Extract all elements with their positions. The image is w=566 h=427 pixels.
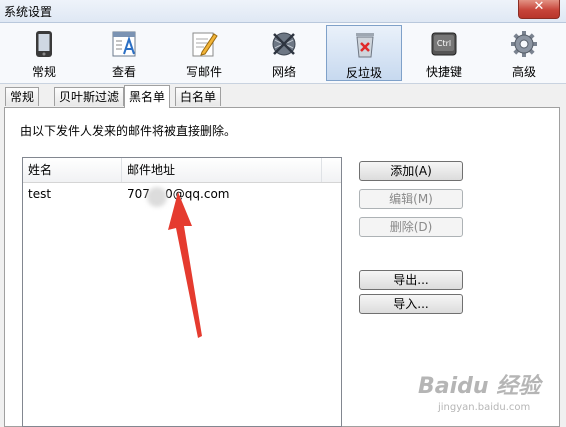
- toolbar-shortcut-label: 快捷键: [425, 65, 462, 79]
- toolbar-compose-label: 写邮件: [185, 65, 222, 79]
- import-button[interactable]: 导入...: [359, 294, 463, 314]
- toolbar-antispam-button[interactable]: 反垃圾: [326, 25, 402, 81]
- blacklist-description: 由以下发件人发来的邮件将被直接删除。: [20, 124, 237, 138]
- toolbar-network-button[interactable]: 网络: [246, 25, 322, 81]
- toolbar-antispam-label: 反垃圾: [345, 66, 382, 80]
- annotation-arrow-icon: [168, 192, 202, 338]
- settings-tabs: 常规 贝叶斯过滤 黑名单 白名单: [0, 85, 566, 108]
- settings-toolbar: 常规 查看 写邮件 网络 反垃圾 Ctrl 快捷键 高级: [0, 23, 566, 84]
- toolbar-view-button[interactable]: 查看: [86, 25, 162, 81]
- toolbar-network-label: 网络: [271, 65, 296, 79]
- view-icon: [112, 31, 136, 57]
- edit-button[interactable]: 编辑(M): [359, 189, 463, 209]
- tab-blacklist[interactable]: 黑名单: [124, 85, 171, 108]
- column-header-name[interactable]: 姓名: [23, 158, 122, 182]
- toolbar-view-label: 查看: [111, 65, 136, 79]
- watermark: Baidu 经验 jingyan.baidu.com: [418, 368, 558, 420]
- toolbar-shortcut-button[interactable]: Ctrl 快捷键: [406, 25, 482, 81]
- column-header-email[interactable]: 邮件地址: [122, 158, 322, 182]
- toolbar-advanced-label: 高级: [511, 65, 536, 79]
- close-icon: ✕: [533, 0, 545, 14]
- compose-icon: [192, 32, 218, 57]
- close-button[interactable]: ✕: [518, 0, 560, 19]
- toolbar-compose-button[interactable]: 写邮件: [166, 25, 242, 81]
- delete-button[interactable]: 删除(D): [359, 217, 463, 237]
- gear-icon: [511, 31, 537, 57]
- globe-icon: [272, 32, 296, 56]
- row-name-cell: test: [28, 187, 52, 201]
- list-header: 姓名 邮件地址: [23, 158, 341, 183]
- watermark-sub: jingyan.baidu.com: [438, 402, 531, 413]
- toolbar-general-label: 常规: [31, 65, 56, 79]
- tab-whitelist[interactable]: 白名单: [175, 87, 222, 106]
- trash-icon: [356, 33, 374, 58]
- ctrl-key-text: Ctrl: [437, 39, 451, 48]
- watermark-main: Baidu 经验: [418, 374, 541, 399]
- tab-bayesian-filter[interactable]: 贝叶斯过滤: [54, 87, 125, 106]
- ctrl-key-icon: Ctrl: [431, 32, 457, 56]
- tab-general[interactable]: 常规: [5, 87, 40, 106]
- window-title: 系统设置: [4, 5, 53, 19]
- toolbar-advanced-button[interactable]: 高级: [486, 25, 562, 81]
- add-button[interactable]: 添加(A): [359, 161, 463, 181]
- phone-icon: [36, 31, 52, 57]
- export-button[interactable]: 导出...: [359, 270, 463, 290]
- title-bar: 系统设置 ✕: [0, 0, 566, 23]
- toolbar-general-button[interactable]: 常规: [6, 25, 82, 81]
